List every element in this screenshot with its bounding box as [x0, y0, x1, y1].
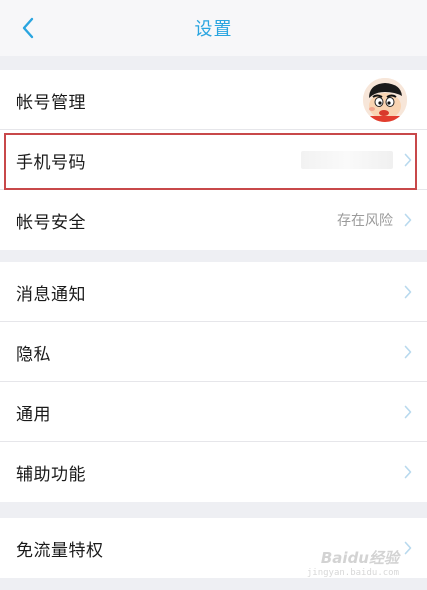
watermark: Baidu经验 jingyan.baidu.com: [307, 547, 399, 578]
chevron-left-icon: [22, 17, 34, 39]
chevron-right-icon: [403, 152, 413, 168]
accessibility-row[interactable]: 辅助功能: [0, 442, 427, 502]
chevron-right-icon: [403, 344, 413, 360]
privacy-label: 隐私: [16, 344, 51, 365]
back-button[interactable]: [14, 14, 42, 42]
privacy-row[interactable]: 隐私: [0, 322, 427, 382]
general-group: 消息通知 隐私 通用 辅助功能: [0, 262, 427, 502]
avatar-image: [363, 78, 407, 122]
security-status: 存在风险: [337, 213, 393, 229]
account-management-row[interactable]: 帐号管理: [0, 70, 427, 130]
general-settings-label: 通用: [16, 404, 51, 425]
nav-header: 设置: [0, 0, 427, 56]
account-group: 帐号管理 手机号码 帐号安全 存在风险: [0, 70, 427, 250]
avatar[interactable]: [363, 78, 407, 122]
account-security-label: 帐号安全: [16, 212, 86, 233]
general-settings-row[interactable]: 通用: [0, 382, 427, 442]
watermark-brand: Baidu经验: [320, 549, 399, 567]
notifications-row[interactable]: 消息通知: [0, 262, 427, 322]
chevron-right-icon: [403, 540, 413, 556]
phone-number-row[interactable]: 手机号码: [0, 130, 427, 190]
account-security-row[interactable]: 帐号安全 存在风险: [0, 190, 427, 250]
accessibility-label: 辅助功能: [16, 464, 86, 485]
account-management-label: 帐号管理: [16, 92, 86, 113]
redacted-phone-value: [301, 151, 393, 169]
page-title: 设置: [194, 19, 233, 40]
watermark-url: jingyan.baidu.com: [306, 568, 399, 578]
notifications-label: 消息通知: [16, 284, 86, 305]
phone-number-label: 手机号码: [16, 152, 86, 173]
chevron-right-icon: [403, 284, 413, 300]
chevron-right-icon: [403, 212, 413, 228]
chevron-right-icon: [403, 464, 413, 480]
chevron-right-icon: [403, 404, 413, 420]
